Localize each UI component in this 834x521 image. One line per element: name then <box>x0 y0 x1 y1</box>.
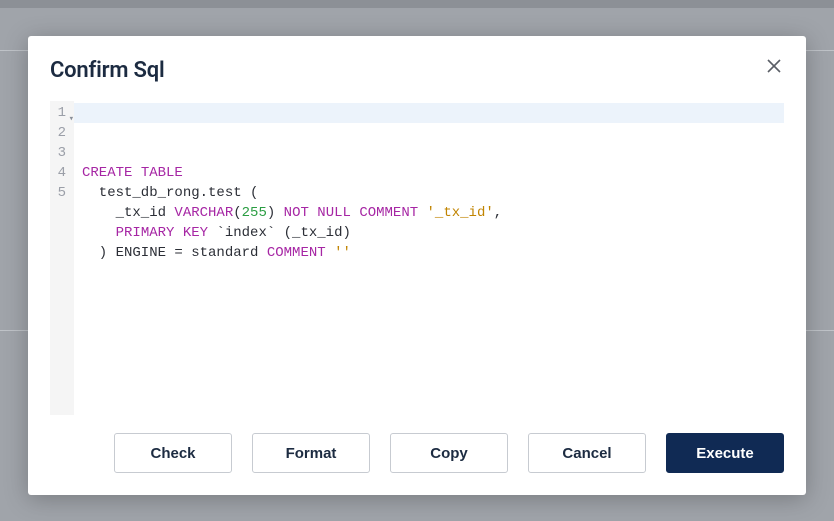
format-button[interactable]: Format <box>252 433 370 473</box>
confirm-sql-modal: Confirm Sql 1▾2345 CREATE TABLE test_db_… <box>28 36 806 495</box>
code-line: CREATE TABLE <box>82 163 784 183</box>
line-number: 4 <box>56 163 66 183</box>
sql-editor[interactable]: 1▾2345 CREATE TABLE test_db_rong.test ( … <box>50 101 784 415</box>
editor-code-area[interactable]: CREATE TABLE test_db_rong.test ( _tx_id … <box>74 101 784 415</box>
close-icon <box>767 59 781 73</box>
line-number: 3 <box>56 143 66 163</box>
bg-header-band <box>0 0 834 8</box>
copy-button[interactable]: Copy <box>390 433 508 473</box>
check-button[interactable]: Check <box>114 433 232 473</box>
code-line: PRIMARY KEY `index` (_tx_id) <box>82 223 784 243</box>
active-line-highlight <box>74 103 784 123</box>
line-number: 5 <box>56 183 66 203</box>
code-line: test_db_rong.test ( <box>82 183 784 203</box>
editor-gutter: 1▾2345 <box>50 101 74 415</box>
execute-button[interactable]: Execute <box>666 433 784 473</box>
code-line: ) ENGINE = standard COMMENT '' <box>82 243 784 263</box>
modal-header: Confirm Sql <box>50 58 784 83</box>
cancel-button[interactable]: Cancel <box>528 433 646 473</box>
modal-footer: Check Format Copy Cancel Execute <box>50 433 784 473</box>
code-line: _tx_id VARCHAR(255) NOT NULL COMMENT '_t… <box>82 203 784 223</box>
modal-title: Confirm Sql <box>50 58 165 83</box>
line-number: 1▾ <box>56 103 66 123</box>
close-button[interactable] <box>764 56 784 76</box>
line-number: 2 <box>56 123 66 143</box>
